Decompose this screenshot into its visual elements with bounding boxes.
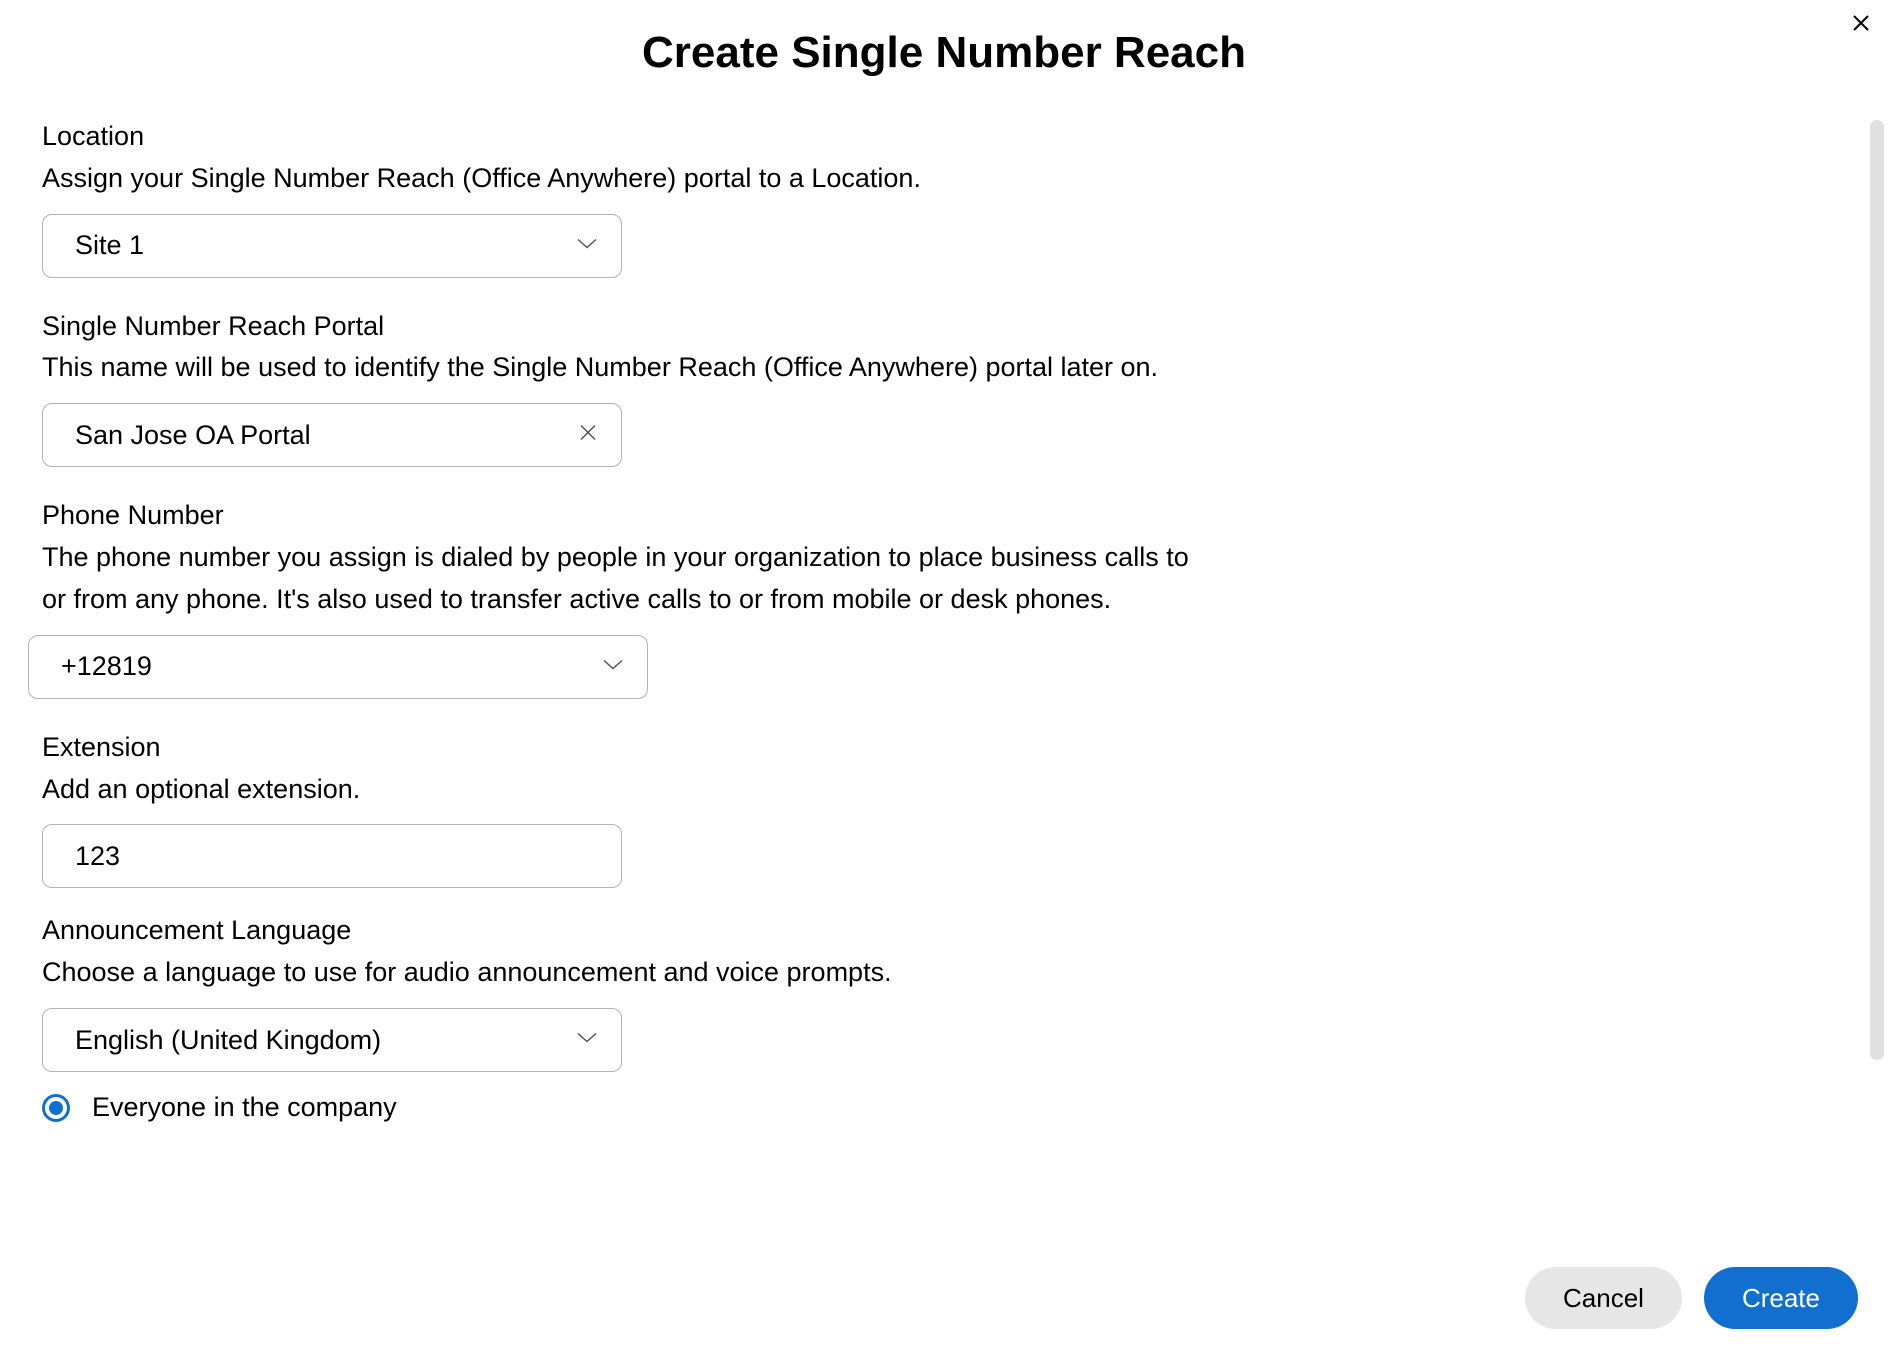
language-description: Choose a language to use for audio annou… xyxy=(42,952,1208,994)
extension-description: Add an optional extension. xyxy=(42,769,1208,811)
phone-field-group: Phone Number The phone number you assign… xyxy=(42,497,1208,698)
phone-description: The phone number you assign is dialed by… xyxy=(42,537,1208,621)
phone-select-wrap: +12819 xyxy=(28,635,648,699)
location-select[interactable]: Site 1 xyxy=(42,214,622,278)
extension-label: Extension xyxy=(42,729,1208,767)
location-label: Location xyxy=(42,118,1208,156)
close-icon xyxy=(1852,11,1870,39)
language-field-group: Announcement Language Choose a language … xyxy=(42,912,1208,1072)
portal-description: This name will be used to identify the S… xyxy=(42,347,1208,389)
create-button[interactable]: Create xyxy=(1704,1267,1858,1329)
scope-radio-label: Everyone in the company xyxy=(92,1092,397,1123)
language-label: Announcement Language xyxy=(42,912,1208,950)
language-select[interactable]: English (United Kingdom) xyxy=(42,1008,622,1072)
portal-label: Single Number Reach Portal xyxy=(42,308,1208,346)
location-select-wrap: Site 1 xyxy=(42,214,622,278)
scope-radio-everyone[interactable] xyxy=(42,1094,70,1122)
language-select-value: English (United Kingdom) xyxy=(75,1025,381,1056)
location-field-group: Location Assign your Single Number Reach… xyxy=(42,118,1208,278)
radio-dot-icon xyxy=(49,1101,63,1115)
scrollbar[interactable] xyxy=(1870,120,1884,1060)
location-select-value: Site 1 xyxy=(75,230,144,261)
extension-field-group: Extension Add an optional extension. 123 xyxy=(42,729,1208,889)
extension-input-wrap: 123 xyxy=(42,824,622,888)
extension-input-value: 123 xyxy=(75,841,120,872)
extension-input[interactable]: 123 xyxy=(42,824,622,888)
location-description: Assign your Single Number Reach (Office … xyxy=(42,158,1208,200)
clear-icon[interactable] xyxy=(578,423,598,448)
phone-label: Phone Number xyxy=(42,497,1208,535)
portal-field-group: Single Number Reach Portal This name wil… xyxy=(42,308,1208,468)
portal-input[interactable]: San Jose OA Portal xyxy=(42,403,622,467)
phone-select-value: +12819 xyxy=(61,651,152,682)
footer: Cancel Create xyxy=(1525,1267,1858,1329)
phone-select[interactable]: +12819 xyxy=(28,635,648,699)
portal-input-value: San Jose OA Portal xyxy=(75,420,311,451)
portal-input-wrap: San Jose OA Portal xyxy=(42,403,622,467)
close-button[interactable] xyxy=(1846,10,1876,40)
scope-radio-row: Everyone in the company xyxy=(42,1092,1208,1123)
form-content: Location Assign your Single Number Reach… xyxy=(0,118,1250,1123)
modal-title: Create Single Number Reach xyxy=(0,0,1888,118)
language-select-wrap: English (United Kingdom) xyxy=(42,1008,622,1072)
cancel-button[interactable]: Cancel xyxy=(1525,1267,1682,1329)
